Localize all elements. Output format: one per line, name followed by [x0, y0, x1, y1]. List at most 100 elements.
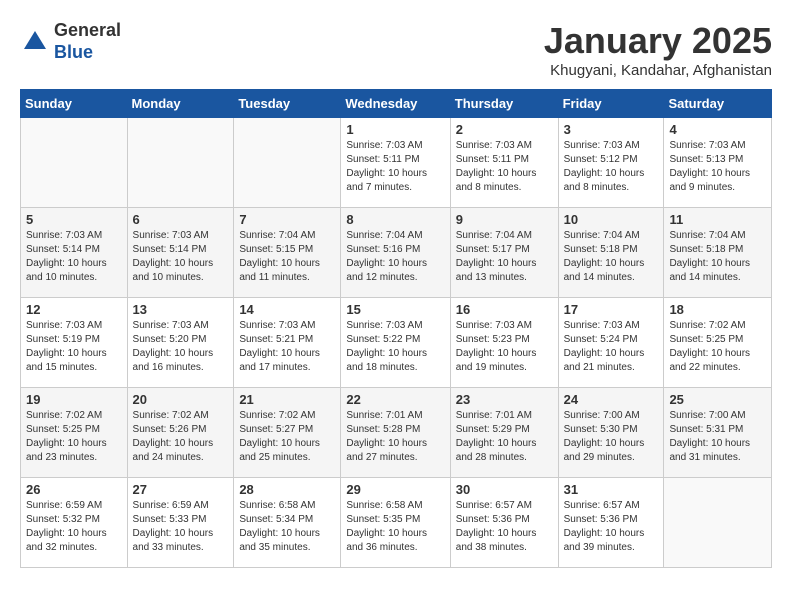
day-number: 2 [456, 122, 553, 137]
day-info: Sunrise: 7:03 AM Sunset: 5:11 PM Dayligh… [346, 139, 444, 195]
day-number: 22 [346, 392, 444, 407]
calendar-cell: 29 Sunrise: 6:58 AM Sunset: 5:35 PM Dayli… [341, 478, 450, 568]
day-number: 10 [564, 212, 659, 227]
calendar-cell: 10Sunrise: 7:04 AM Sunset: 5:18 PM Dayli… [558, 208, 664, 298]
day-info: Sunrise: 6:58 AM Sunset: 5:35 PM Dayligh… [346, 499, 444, 555]
day-info: Sunrise: 6:57 AM Sunset: 5:36 PM Dayligh… [456, 499, 553, 555]
day-info: Sunrise: 7:03 AM Sunset: 5:19 PM Dayligh… [26, 319, 122, 375]
calendar-cell: 24 Sunrise: 7:00 AM Sunset: 5:30 PM Dayli… [558, 388, 664, 478]
day-of-week-header: Thursday [450, 90, 558, 118]
day-info: Sunrise: 7:00 AM Sunset: 5:31 PM Dayligh… [669, 409, 766, 465]
calendar-cell: 7Sunrise: 7:04 AM Sunset: 5:15 PM Daylig… [234, 208, 341, 298]
day-of-week-header: Saturday [664, 90, 772, 118]
logo-text: General Blue [54, 20, 121, 63]
day-number: 14 [239, 302, 335, 317]
week-row: 26 Sunrise: 6:59 AM Sunset: 5:32 PM Dayli… [21, 478, 772, 568]
calendar-cell: 12 Sunrise: 7:03 AM Sunset: 5:19 PM Dayli… [21, 298, 128, 388]
day-number: 5 [26, 212, 122, 227]
day-info: Sunrise: 7:03 AM Sunset: 5:14 PM Dayligh… [26, 229, 122, 285]
calendar-cell [234, 118, 341, 208]
day-info: Sunrise: 7:02 AM Sunset: 5:27 PM Dayligh… [239, 409, 335, 465]
logo: General Blue [20, 20, 121, 63]
day-info: Sunrise: 7:01 AM Sunset: 5:28 PM Dayligh… [346, 409, 444, 465]
day-number: 21 [239, 392, 335, 407]
day-number: 23 [456, 392, 553, 407]
calendar-cell: 25 Sunrise: 7:00 AM Sunset: 5:31 PM Dayli… [664, 388, 772, 478]
day-of-week-header: Monday [127, 90, 234, 118]
day-number: 8 [346, 212, 444, 227]
calendar-cell: 6 Sunrise: 7:03 AM Sunset: 5:14 PM Daylig… [127, 208, 234, 298]
day-number: 1 [346, 122, 444, 137]
day-number: 16 [456, 302, 553, 317]
day-info: Sunrise: 7:00 AM Sunset: 5:30 PM Dayligh… [564, 409, 659, 465]
day-number: 12 [26, 302, 122, 317]
day-number: 25 [669, 392, 766, 407]
day-info: Sunrise: 7:04 AM Sunset: 5:17 PM Dayligh… [456, 229, 553, 285]
calendar-cell [664, 478, 772, 568]
calendar-cell [21, 118, 128, 208]
day-number: 29 [346, 482, 444, 497]
day-of-week-header: Sunday [21, 90, 128, 118]
day-info: Sunrise: 7:02 AM Sunset: 5:26 PM Dayligh… [133, 409, 229, 465]
day-info: Sunrise: 7:03 AM Sunset: 5:24 PM Dayligh… [564, 319, 659, 375]
calendar-cell: 26 Sunrise: 6:59 AM Sunset: 5:32 PM Dayli… [21, 478, 128, 568]
calendar-cell: 3Sunrise: 7:03 AM Sunset: 5:12 PM Daylig… [558, 118, 664, 208]
day-number: 26 [26, 482, 122, 497]
day-number: 11 [669, 212, 766, 227]
day-info: Sunrise: 7:03 AM Sunset: 5:14 PM Dayligh… [133, 229, 229, 285]
day-number: 24 [564, 392, 659, 407]
day-info: Sunrise: 7:03 AM Sunset: 5:13 PM Dayligh… [669, 139, 766, 195]
day-number: 9 [456, 212, 553, 227]
day-number: 18 [669, 302, 766, 317]
day-number: 28 [239, 482, 335, 497]
calendar-subtitle: Khugyani, Kandahar, Afghanistan [544, 62, 772, 79]
calendar-cell: 30Sunrise: 6:57 AM Sunset: 5:36 PM Dayli… [450, 478, 558, 568]
day-number: 27 [133, 482, 229, 497]
calendar-cell: 2 Sunrise: 7:03 AM Sunset: 5:11 PM Daylig… [450, 118, 558, 208]
day-info: Sunrise: 7:03 AM Sunset: 5:11 PM Dayligh… [456, 139, 553, 195]
calendar-title: January 2025 [544, 20, 772, 62]
day-of-week-header: Wednesday [341, 90, 450, 118]
calendar-cell: 8 Sunrise: 7:04 AM Sunset: 5:16 PM Daylig… [341, 208, 450, 298]
calendar-cell: 21 Sunrise: 7:02 AM Sunset: 5:27 PM Dayli… [234, 388, 341, 478]
day-info: Sunrise: 7:03 AM Sunset: 5:22 PM Dayligh… [346, 319, 444, 375]
logo-general: General [54, 20, 121, 42]
day-info: Sunrise: 7:04 AM Sunset: 5:16 PM Dayligh… [346, 229, 444, 285]
calendar-cell: 23Sunrise: 7:01 AM Sunset: 5:29 PM Dayli… [450, 388, 558, 478]
day-number: 3 [564, 122, 659, 137]
calendar-cell: 22 Sunrise: 7:01 AM Sunset: 5:28 PM Dayli… [341, 388, 450, 478]
calendar-cell: 1 Sunrise: 7:03 AM Sunset: 5:11 PM Daylig… [341, 118, 450, 208]
calendar-cell: 14Sunrise: 7:03 AM Sunset: 5:21 PM Dayli… [234, 298, 341, 388]
title-block: January 2025 Khugyani, Kandahar, Afghani… [544, 20, 772, 79]
calendar-cell: 19Sunrise: 7:02 AM Sunset: 5:25 PM Dayli… [21, 388, 128, 478]
calendar-cell [127, 118, 234, 208]
calendar-cell: 16 Sunrise: 7:03 AM Sunset: 5:23 PM Dayli… [450, 298, 558, 388]
day-info: Sunrise: 6:59 AM Sunset: 5:32 PM Dayligh… [26, 499, 122, 555]
calendar-cell: 18 Sunrise: 7:02 AM Sunset: 5:25 PM Dayli… [664, 298, 772, 388]
calendar-cell: 27 Sunrise: 6:59 AM Sunset: 5:33 PM Dayli… [127, 478, 234, 568]
day-info: Sunrise: 6:57 AM Sunset: 5:36 PM Dayligh… [564, 499, 659, 555]
day-number: 17 [564, 302, 659, 317]
day-number: 13 [133, 302, 229, 317]
week-row: 19Sunrise: 7:02 AM Sunset: 5:25 PM Dayli… [21, 388, 772, 478]
calendar-cell: 20 Sunrise: 7:02 AM Sunset: 5:26 PM Dayli… [127, 388, 234, 478]
day-info: Sunrise: 7:03 AM Sunset: 5:23 PM Dayligh… [456, 319, 553, 375]
calendar-table: SundayMondayTuesdayWednesdayThursdayFrid… [20, 89, 772, 568]
day-info: Sunrise: 7:03 AM Sunset: 5:20 PM Dayligh… [133, 319, 229, 375]
day-info: Sunrise: 6:58 AM Sunset: 5:34 PM Dayligh… [239, 499, 335, 555]
calendar-cell: 4 Sunrise: 7:03 AM Sunset: 5:13 PM Daylig… [664, 118, 772, 208]
day-number: 20 [133, 392, 229, 407]
day-number: 15 [346, 302, 444, 317]
calendar-cell: 31 Sunrise: 6:57 AM Sunset: 5:36 PM Dayli… [558, 478, 664, 568]
calendar-cell: 28 Sunrise: 6:58 AM Sunset: 5:34 PM Dayli… [234, 478, 341, 568]
calendar-cell: 11Sunrise: 7:04 AM Sunset: 5:18 PM Dayli… [664, 208, 772, 298]
day-number: 6 [133, 212, 229, 227]
day-info: Sunrise: 6:59 AM Sunset: 5:33 PM Dayligh… [133, 499, 229, 555]
calendar-header-row: SundayMondayTuesdayWednesdayThursdayFrid… [21, 90, 772, 118]
day-number: 4 [669, 122, 766, 137]
day-number: 31 [564, 482, 659, 497]
logo-blue: Blue [54, 42, 121, 64]
calendar-cell: 13 Sunrise: 7:03 AM Sunset: 5:20 PM Dayli… [127, 298, 234, 388]
day-of-week-header: Friday [558, 90, 664, 118]
day-info: Sunrise: 7:02 AM Sunset: 5:25 PM Dayligh… [669, 319, 766, 375]
